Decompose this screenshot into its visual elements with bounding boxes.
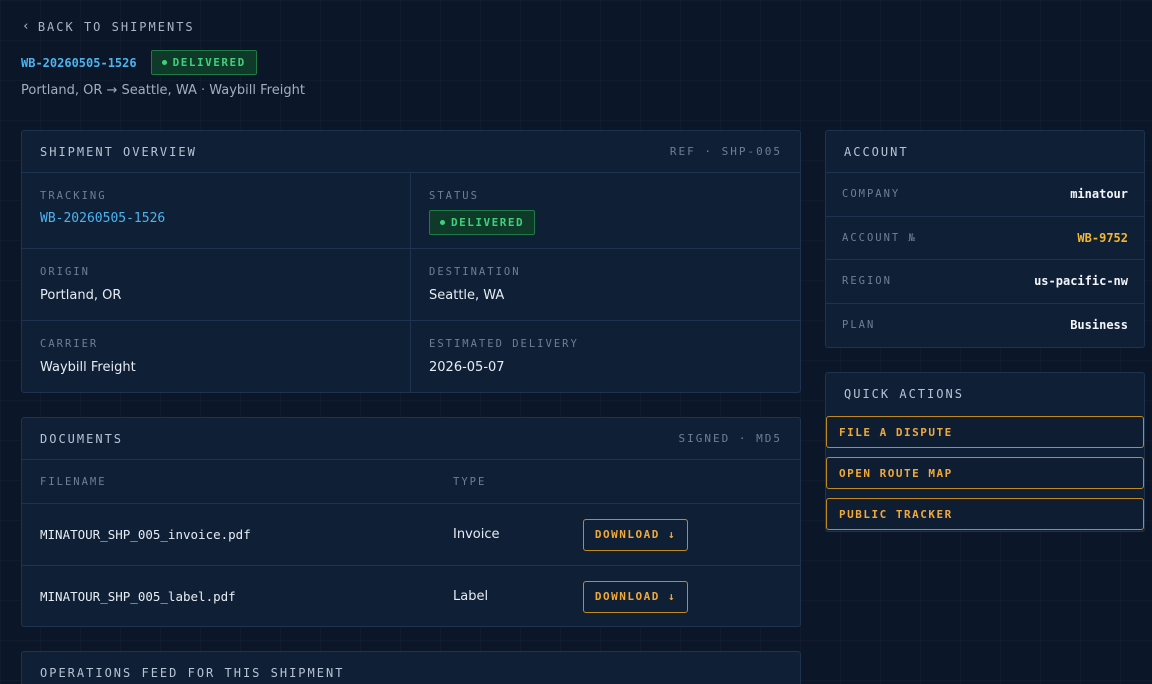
open-route-map-button[interactable]: OPEN ROUTE MAP [826, 457, 1144, 489]
status-value-label: DELIVERED [451, 216, 525, 229]
documents-meta: SIGNED · MD5 [678, 432, 782, 445]
eta-value: 2026-05-07 [429, 360, 505, 375]
eta-field: ESTIMATED DELIVERY 2026-05-07 [411, 321, 800, 391]
destination-value: Seattle, WA [429, 288, 505, 303]
account-title: ACCOUNT [844, 144, 909, 159]
doc-filename: MINATOUR_SHP_005_label.pdf [40, 589, 236, 604]
doc-filename: MINATOUR_SHP_005_invoice.pdf [40, 527, 251, 542]
back-link-label: BACK TO SHIPMENTS [37, 19, 195, 34]
eta-label: ESTIMATED DELIVERY [429, 338, 579, 350]
feed-header: OPERATIONS FEED FOR THIS SHIPMENT [22, 652, 800, 684]
documents-card: DOCUMENTS SIGNED · MD5 FILENAME TYPE MIN… [21, 417, 801, 627]
overview-ref: REF · SHP-005 [669, 145, 782, 158]
chevron-left-icon: ‹ [22, 19, 32, 34]
account-list: COMPANY minatour ACCOUNT № WB-9752 REGIO… [826, 173, 1144, 347]
documents-title: DOCUMENTS [40, 431, 124, 446]
carrier-value: Waybill Freight [40, 360, 136, 375]
overview-title: SHIPMENT OVERVIEW [40, 144, 197, 159]
tracking-label: TRACKING [40, 190, 107, 202]
account-header: ACCOUNT [826, 131, 1144, 173]
origin-value: Portland, OR [40, 288, 122, 303]
company-label: COMPANY [842, 188, 901, 201]
public-tracker-button[interactable]: PUBLIC TRACKER [826, 498, 1144, 530]
tracking-number-link[interactable]: WB-20260505-1526 [40, 211, 392, 226]
carrier-label: CARRIER [40, 338, 99, 350]
region-label: REGION [842, 275, 892, 288]
feed-title: OPERATIONS FEED FOR THIS SHIPMENT [40, 665, 345, 680]
account-row-plan: PLAN Business [826, 304, 1144, 348]
account-row-company: COMPANY minatour [826, 173, 1144, 217]
account-number-label: ACCOUNT № [842, 231, 917, 244]
shipment-overview-card: SHIPMENT OVERVIEW REF · SHP-005 TRACKING… [21, 130, 801, 393]
carrier-field: CARRIER Waybill Freight [22, 321, 410, 391]
quick-actions-title: QUICK ACTIONS [844, 387, 964, 401]
origin-label: ORIGIN [40, 266, 90, 278]
table-row: MINATOUR_SHP_005_label.pdf Label DOWNLOA… [22, 565, 800, 627]
back-to-shipments-link[interactable]: ‹ BACK TO SHIPMENTS [22, 19, 195, 34]
download-label-button[interactable]: DOWNLOAD ↓ [583, 580, 688, 613]
plan-label: PLAN [842, 319, 876, 332]
status-value-badge: DELIVERED [429, 210, 536, 235]
region-value: us-pacific-nw [1034, 274, 1128, 289]
col-type: TYPE [453, 476, 487, 488]
doc-type: Label [453, 589, 489, 604]
page-header: WB-20260505-1526 DELIVERED [21, 50, 257, 75]
page-subtitle: Portland, OR → Seattle, WA · Waybill Fre… [21, 83, 305, 98]
overview-header: SHIPMENT OVERVIEW REF · SHP-005 [22, 131, 800, 173]
account-row-region: REGION us-pacific-nw [826, 260, 1144, 304]
operations-feed-card: OPERATIONS FEED FOR THIS SHIPMENT [21, 651, 801, 684]
page-title: WB-20260505-1526 [21, 55, 137, 70]
status-dot-icon [161, 60, 167, 65]
quick-actions-card: QUICK ACTIONS FILE A DISPUTE OPEN ROUTE … [825, 372, 1145, 532]
account-row-number: ACCOUNT № WB-9752 [826, 217, 1144, 260]
documents-header: DOCUMENTS SIGNED · MD5 [22, 418, 800, 460]
destination-label: DESTINATION [429, 266, 521, 278]
account-card: ACCOUNT COMPANY minatour ACCOUNT № WB-97… [825, 130, 1145, 348]
overview-grid: TRACKING WB-20260505-1526 STATUS DELIVER… [22, 173, 800, 392]
col-filename: FILENAME [40, 476, 107, 488]
documents-table-header: FILENAME TYPE [22, 461, 800, 503]
doc-type: Invoice [453, 527, 500, 542]
account-number-value: WB-9752 [1077, 230, 1128, 245]
status-label: STATUS [429, 190, 479, 202]
status-badge: DELIVERED [150, 50, 257, 75]
status-value-wrap: DELIVERED [429, 210, 782, 235]
plan-value: Business [1070, 318, 1128, 333]
quick-actions-header: QUICK ACTIONS [826, 373, 1144, 415]
company-value: minatour [1070, 187, 1128, 202]
origin-field: ORIGIN Portland, OR [22, 249, 410, 319]
destination-field: DESTINATION Seattle, WA [411, 249, 800, 319]
status-field: STATUS DELIVERED [411, 173, 800, 251]
status-badge-label: DELIVERED [172, 56, 246, 69]
table-row: MINATOUR_SHP_005_invoice.pdf Invoice DOW… [22, 503, 800, 565]
download-invoice-button[interactable]: DOWNLOAD ↓ [583, 518, 688, 551]
tracking-field: TRACKING WB-20260505-1526 [22, 173, 410, 242]
status-dot-icon [440, 220, 445, 225]
file-dispute-button[interactable]: FILE A DISPUTE [826, 416, 1144, 448]
